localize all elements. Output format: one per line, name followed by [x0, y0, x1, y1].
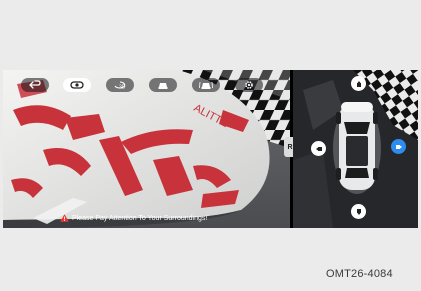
birds-eye-view — [293, 70, 418, 228]
camera-view-mode-button[interactable] — [63, 78, 91, 92]
settings-button[interactable] — [235, 78, 263, 92]
back-arrow-icon — [29, 80, 41, 89]
rear-camera-button[interactable] — [351, 204, 366, 219]
svg-text:3D: 3D — [119, 85, 126, 91]
front-view-button[interactable] — [149, 78, 177, 92]
wide-view-button[interactable] — [192, 78, 220, 92]
gear-icon — [245, 81, 253, 89]
camera-view: ALITTE 3D Please Pay Attention To Your S… — [3, 70, 290, 228]
right-camera-button[interactable] — [391, 139, 406, 154]
camera-scene: ALITTE — [3, 70, 290, 228]
rotate-3d-icon: 3D — [114, 81, 126, 91]
warning-text: Please Pay Attention To Your Surrounding… — [72, 214, 208, 222]
car-top-view — [333, 102, 381, 194]
front-camera-button[interactable] — [351, 76, 366, 91]
figure-code: OMT26-4084 — [326, 268, 393, 280]
left-camera-button[interactable] — [311, 141, 326, 156]
car-front-icon — [158, 83, 168, 89]
display-screen: ALITTE 3D Please Pay Attention To Your S… — [3, 70, 418, 228]
camera-front-icon — [356, 80, 361, 87]
rear-tab-label: R — [287, 143, 293, 151]
camera-rear-icon — [356, 208, 361, 215]
camera-view-icon — [70, 81, 84, 89]
back-button[interactable] — [21, 78, 49, 92]
camera-right-icon — [395, 144, 402, 149]
warning-triangle-icon — [60, 214, 69, 222]
warning-bar: Please Pay Attention To Your Surrounding… — [60, 212, 207, 224]
rotate-3d-button[interactable]: 3D — [106, 78, 134, 92]
camera-left-icon — [315, 146, 322, 151]
car-wide-icon — [199, 81, 213, 89]
